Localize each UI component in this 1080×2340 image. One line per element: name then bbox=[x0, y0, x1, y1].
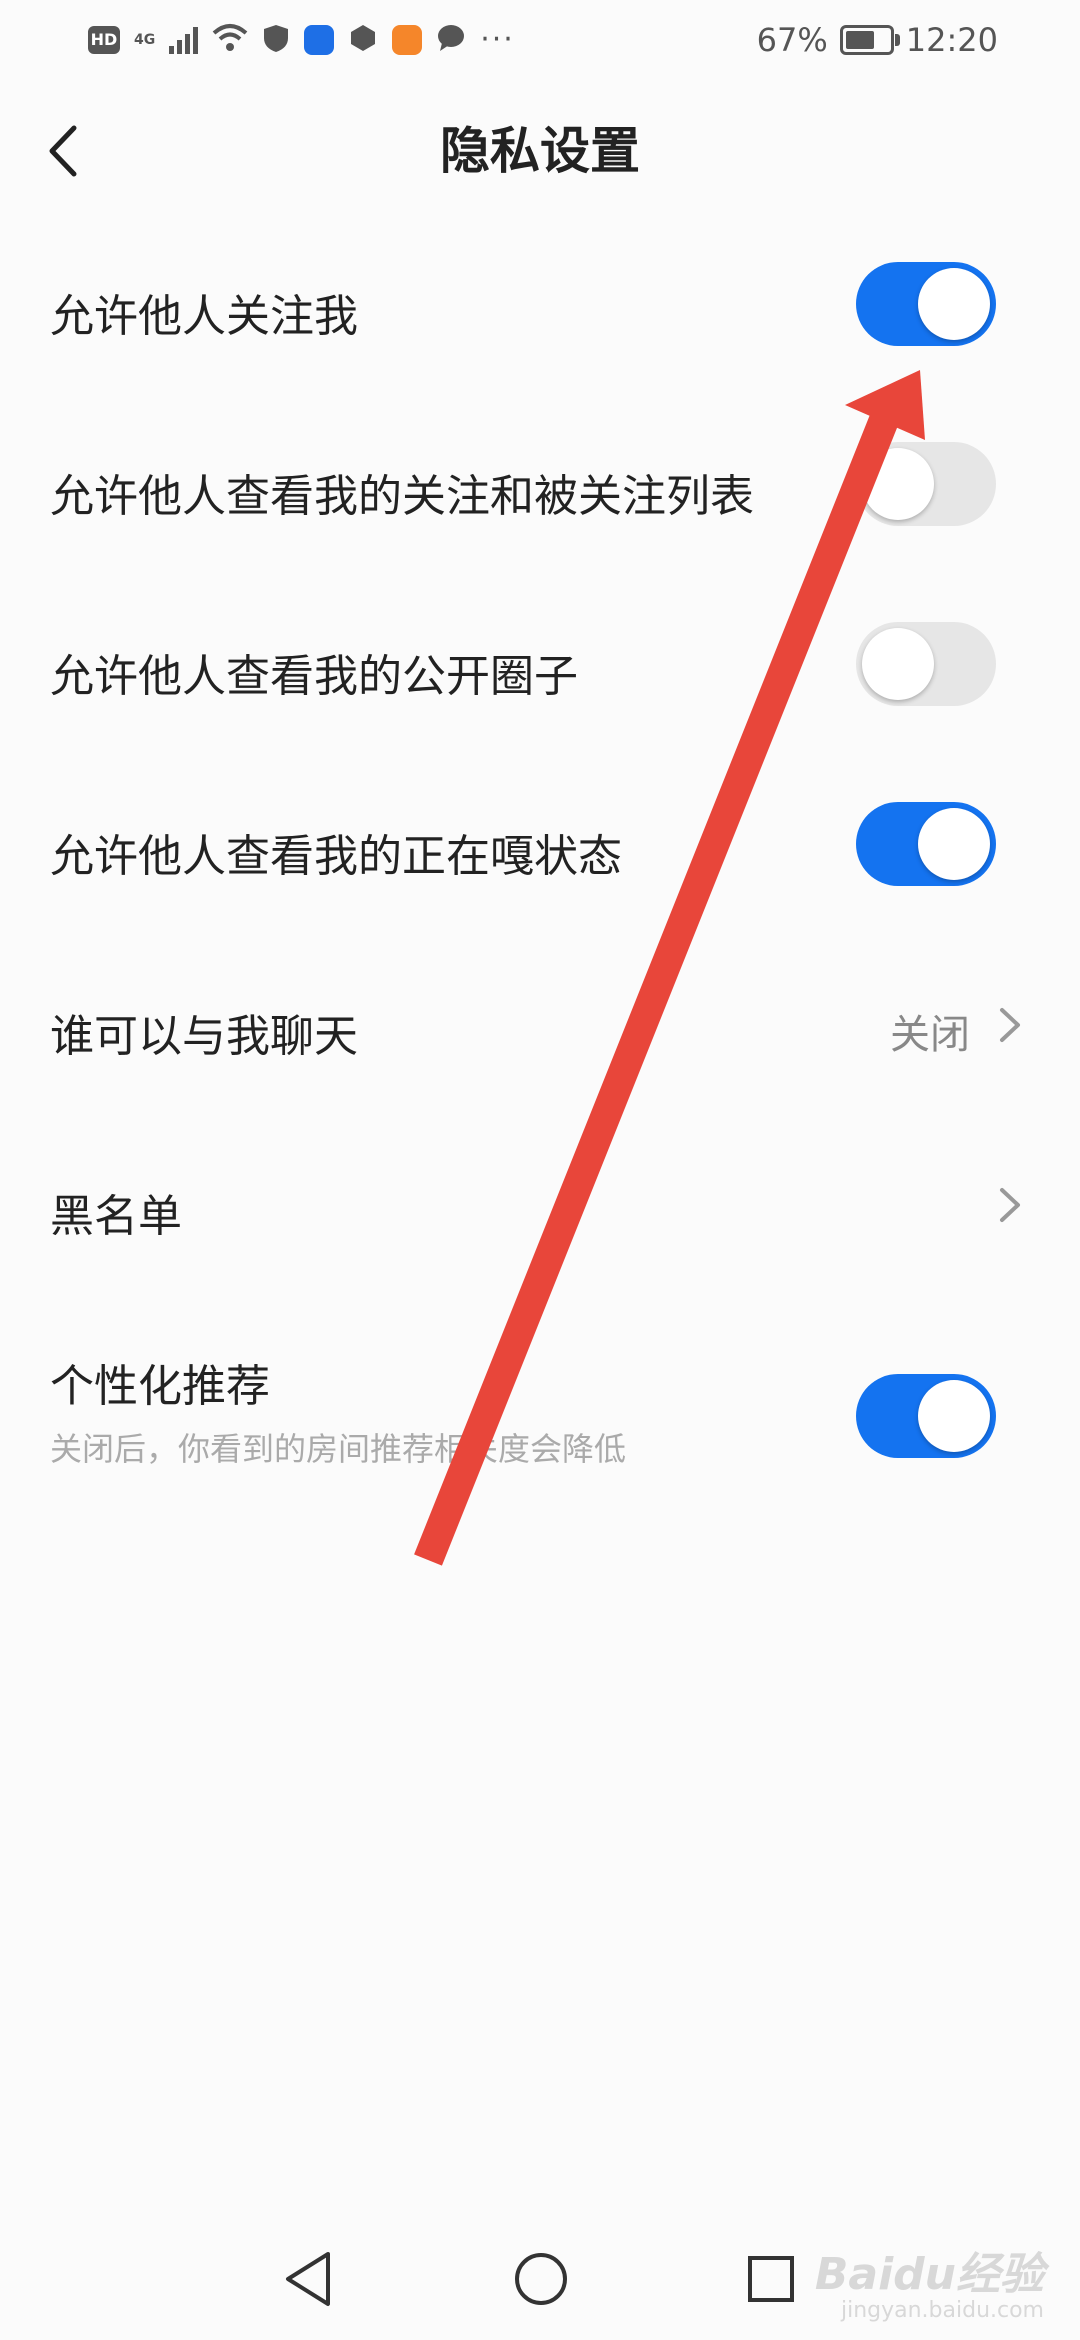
setting-label: 允许他人查看我的正在嘎状态 bbox=[50, 831, 622, 882]
personalized-recommend-toggle[interactable] bbox=[856, 1374, 996, 1458]
title-bar: 隐私设置 bbox=[0, 96, 1080, 206]
hd-icon: HD bbox=[88, 26, 120, 54]
chevron-right-icon bbox=[1000, 1188, 1020, 1222]
setting-who-can-chat[interactable]: 谁可以与我聊天 关闭 bbox=[0, 936, 1080, 1116]
setting-blacklist[interactable]: 黑名单 bbox=[0, 1116, 1080, 1296]
setting-label: 黑名单 bbox=[50, 1191, 182, 1242]
circle-home-icon[interactable] bbox=[506, 2244, 576, 2314]
shield-icon bbox=[262, 23, 290, 57]
status-icons: HD 4G ··· bbox=[88, 18, 515, 62]
video-app-icon bbox=[392, 25, 423, 55]
triangle-back-icon[interactable] bbox=[274, 2244, 344, 2314]
toggle-knob bbox=[918, 808, 990, 880]
message-icon bbox=[436, 23, 466, 57]
battery-percent: 67% bbox=[756, 21, 828, 59]
bulb-app-icon bbox=[304, 25, 335, 55]
chevron-right-icon bbox=[1000, 1008, 1020, 1042]
toggle-knob bbox=[918, 1380, 990, 1452]
watermark-url: jingyan.baidu.com bbox=[840, 2298, 1044, 2323]
toggle-knob bbox=[918, 268, 990, 340]
more-icon: ··· bbox=[480, 22, 515, 57]
setting-view-follow-list[interactable]: 允许他人查看我的关注和被关注列表 bbox=[0, 396, 1080, 576]
battery-icon bbox=[839, 25, 900, 55]
setting-label: 允许他人关注我 bbox=[50, 291, 358, 342]
view-follow-list-toggle[interactable] bbox=[856, 442, 996, 526]
setting-label: 谁可以与我聊天 bbox=[50, 1011, 358, 1062]
setting-personalized-recommend[interactable]: 个性化推荐 关闭后，你看到的房间推荐相关度会降低 bbox=[0, 1296, 1080, 1476]
allow-follow-toggle[interactable] bbox=[856, 262, 996, 346]
battery-level bbox=[845, 31, 874, 49]
setting-label: 个性化推荐 bbox=[50, 1361, 270, 1412]
setting-allow-follow[interactable]: 允许他人关注我 bbox=[0, 216, 1080, 396]
clock: 12:20 bbox=[905, 21, 998, 59]
wifi-icon bbox=[212, 23, 248, 57]
status-right: 67% 12:20 bbox=[757, 18, 998, 62]
square-recent-icon[interactable] bbox=[736, 2244, 806, 2314]
watermark-brand: Baidu经验 bbox=[814, 2249, 1044, 2300]
signal-icon bbox=[169, 26, 199, 54]
toggle-knob bbox=[862, 448, 934, 520]
setting-description: 关闭后，你看到的房间推荐相关度会降低 bbox=[50, 1430, 627, 1468]
hand-app-icon bbox=[348, 23, 378, 57]
setting-label: 允许他人查看我的公开圈子 bbox=[50, 651, 578, 702]
view-status-toggle[interactable] bbox=[856, 802, 996, 886]
setting-value: 关闭 bbox=[890, 1012, 970, 1058]
setting-view-status[interactable]: 允许他人查看我的正在嘎状态 bbox=[0, 756, 1080, 936]
toggle-knob bbox=[862, 628, 934, 700]
page-title: 隐私设置 bbox=[440, 122, 640, 180]
setting-view-circles[interactable]: 允许他人查看我的公开圈子 bbox=[0, 576, 1080, 756]
view-circles-toggle[interactable] bbox=[856, 622, 996, 706]
setting-label: 允许他人查看我的关注和被关注列表 bbox=[50, 471, 754, 522]
network-type-label: 4G bbox=[134, 32, 156, 48]
status-bar: HD 4G ··· 67% 12:20 bbox=[0, 0, 1080, 84]
